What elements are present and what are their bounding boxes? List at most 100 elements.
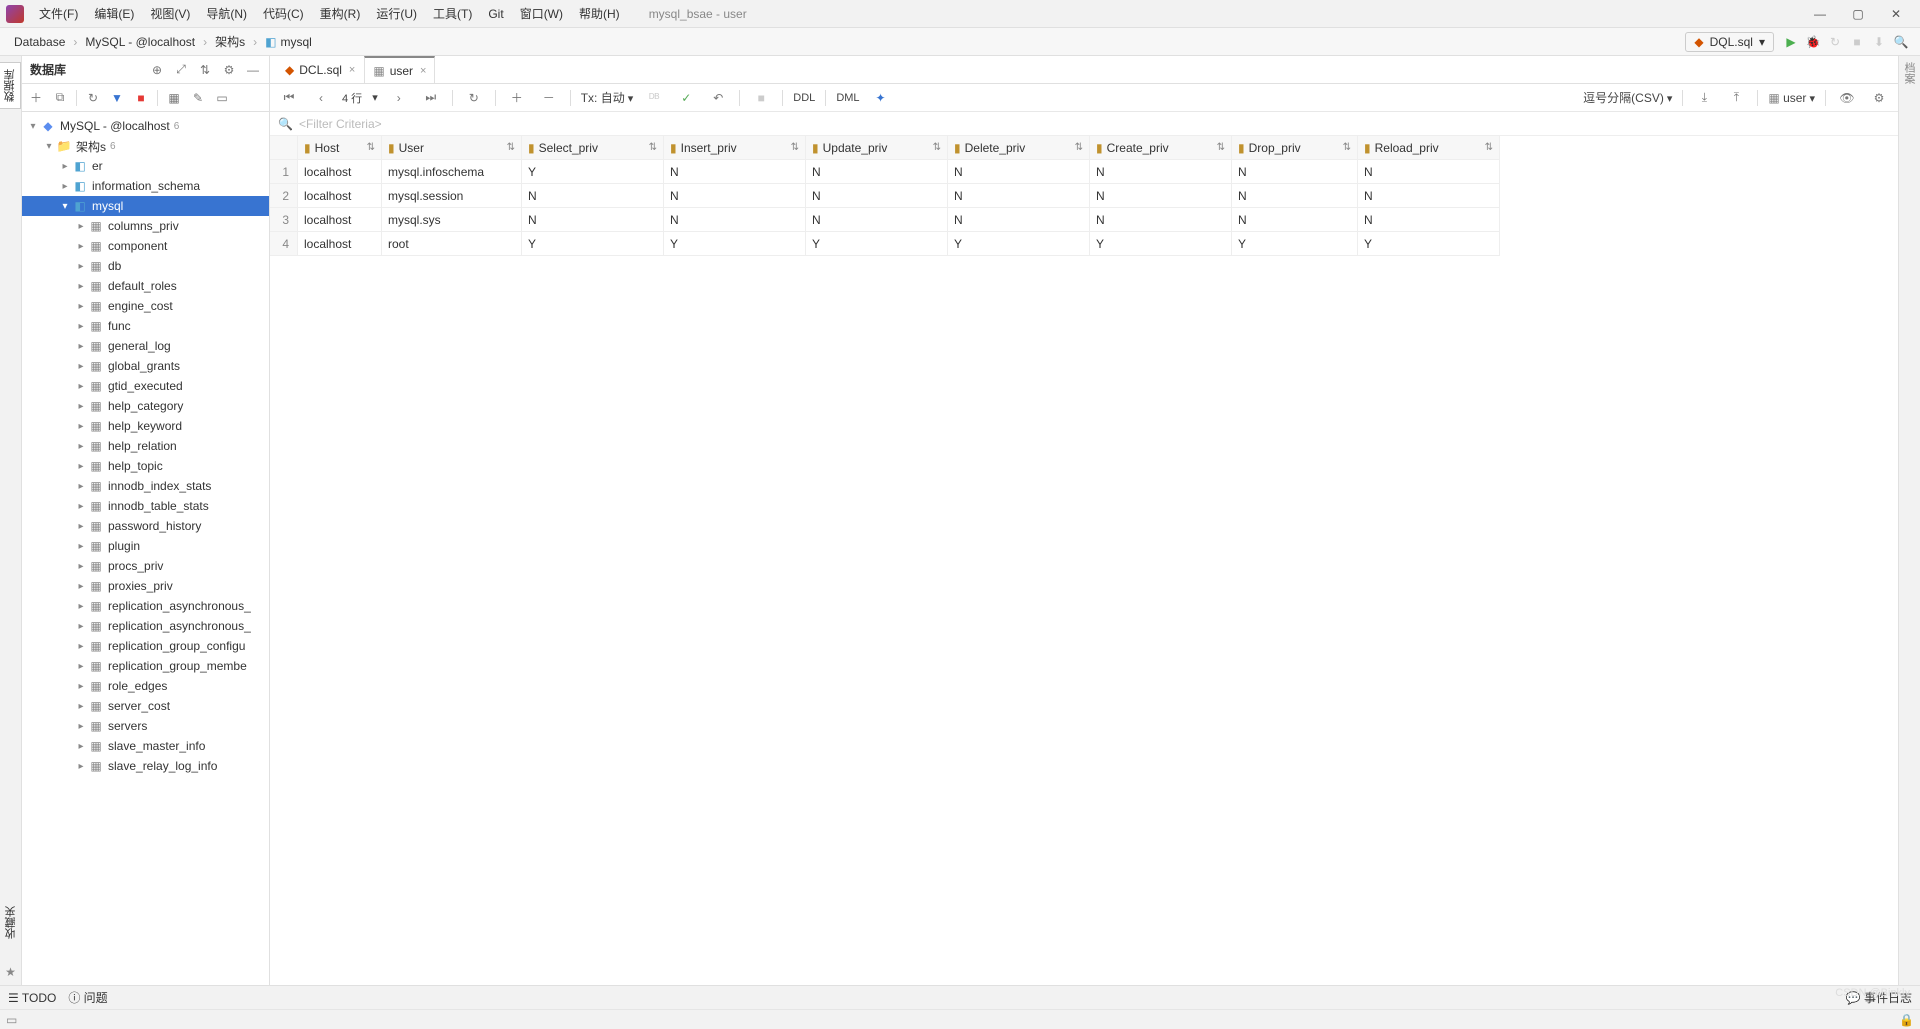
window-maximize-icon[interactable]: ▢ bbox=[1840, 2, 1876, 26]
menu-file[interactable]: 文件(F) bbox=[32, 2, 85, 25]
reload-icon[interactable]: ↻ bbox=[463, 87, 485, 109]
breadcrumb-schemas[interactable]: 架构s bbox=[209, 31, 251, 52]
cell[interactable]: N bbox=[1090, 160, 1232, 184]
tree-node[interactable]: ▸▦help_category bbox=[22, 396, 269, 416]
editor-tab[interactable]: ◆DCL.sql× bbox=[276, 56, 364, 83]
tree-node[interactable]: ▸▦slave_relay_log_info bbox=[22, 756, 269, 776]
tree-node[interactable]: ▸▦server_cost bbox=[22, 696, 269, 716]
tree-node[interactable]: ▸▦slave_master_info bbox=[22, 736, 269, 756]
menu-nav[interactable]: 导航(N) bbox=[199, 2, 254, 25]
favorites-tool-tab[interactable]: 收藏夹 bbox=[1, 900, 21, 945]
remove-row-icon[interactable]: － bbox=[538, 87, 560, 109]
cell[interactable]: N bbox=[1358, 208, 1500, 232]
wand-icon[interactable]: ✦ bbox=[870, 87, 892, 109]
add-icon[interactable]: ＋ bbox=[28, 90, 44, 106]
tree-node[interactable]: ▸▦component bbox=[22, 236, 269, 256]
breadcrumb-connection[interactable]: MySQL - @localhost bbox=[79, 33, 201, 51]
editor-tab[interactable]: ▦user× bbox=[364, 56, 435, 83]
cell[interactable]: N bbox=[1232, 160, 1358, 184]
tree-node[interactable]: ▸▦innodb_index_stats bbox=[22, 476, 269, 496]
expand-icon[interactable]: ⤢ bbox=[173, 62, 189, 78]
cancel-query-icon[interactable]: ■ bbox=[750, 87, 772, 109]
cell[interactable]: Y bbox=[1090, 232, 1232, 256]
tree-node[interactable]: ▸◧er bbox=[22, 156, 269, 176]
tree-node[interactable]: ▸▦password_history bbox=[22, 516, 269, 536]
row-number[interactable]: 2 bbox=[270, 184, 298, 208]
gear-icon[interactable]: ⚙ bbox=[221, 62, 237, 78]
tree-node[interactable]: ▸▦replication_asynchronous_ bbox=[22, 596, 269, 616]
tree-node[interactable]: ▾◆MySQL - @localhost6 bbox=[22, 116, 269, 136]
cell[interactable]: N bbox=[664, 208, 806, 232]
debug-button[interactable]: 🐞 bbox=[1802, 31, 1824, 53]
cell[interactable]: localhost bbox=[298, 208, 382, 232]
run-config-selector[interactable]: ◆ DQL.sql ▾ bbox=[1685, 32, 1774, 52]
tree-node[interactable]: ▸▦proxies_priv bbox=[22, 576, 269, 596]
column-header[interactable]: ▮Create_priv⇅ bbox=[1090, 136, 1232, 160]
console-icon[interactable]: ▭ bbox=[214, 90, 230, 106]
window-minimize-icon[interactable]: — bbox=[1802, 2, 1838, 26]
tree-node[interactable]: ▸▦replication_group_configu bbox=[22, 636, 269, 656]
duplicate-icon[interactable]: ⧉ bbox=[52, 90, 68, 106]
tree-node[interactable]: ▸▦innodb_table_stats bbox=[22, 496, 269, 516]
menu-run[interactable]: 运行(U) bbox=[369, 2, 424, 25]
tree-node[interactable]: ▸▦replication_group_membe bbox=[22, 656, 269, 676]
cell[interactable]: N bbox=[806, 160, 948, 184]
database-tool-tab[interactable]: 数据库 bbox=[0, 62, 21, 109]
cell[interactable]: N bbox=[948, 160, 1090, 184]
target-icon[interactable]: ⊕ bbox=[149, 62, 165, 78]
collapse-icon[interactable]: ⇅ bbox=[197, 62, 213, 78]
cell[interactable]: Y bbox=[1232, 232, 1358, 256]
menu-code[interactable]: 代码(C) bbox=[256, 2, 311, 25]
view-icon[interactable]: 👁 bbox=[1836, 87, 1858, 109]
tree-node[interactable]: ▸▦default_roles bbox=[22, 276, 269, 296]
table-view-icon[interactable]: ▦ bbox=[166, 90, 182, 106]
tree-node[interactable]: ▸▦plugin bbox=[22, 536, 269, 556]
cell[interactable]: mysql.session bbox=[382, 184, 522, 208]
stop-icon[interactable]: ■ bbox=[133, 90, 149, 106]
cell[interactable]: N bbox=[664, 184, 806, 208]
tree-node[interactable]: ▸▦general_log bbox=[22, 336, 269, 356]
column-header[interactable]: ▮Insert_priv⇅ bbox=[664, 136, 806, 160]
files-tool-tab[interactable]: 档案 bbox=[1899, 56, 1919, 90]
hide-icon[interactable]: — bbox=[245, 62, 261, 78]
table-selector[interactable]: ▦ user ▾ bbox=[1768, 91, 1815, 105]
tree-node[interactable]: ▸▦servers bbox=[22, 716, 269, 736]
tree-node[interactable]: ▸◧information_schema bbox=[22, 176, 269, 196]
tree-node[interactable]: ▸▦engine_cost bbox=[22, 296, 269, 316]
tree-node[interactable]: ▸▦global_grants bbox=[22, 356, 269, 376]
cell[interactable]: N bbox=[1358, 184, 1500, 208]
column-header[interactable]: ▮Update_priv⇅ bbox=[806, 136, 948, 160]
cell[interactable]: N bbox=[806, 208, 948, 232]
cell[interactable]: localhost bbox=[298, 232, 382, 256]
cell[interactable]: localhost bbox=[298, 160, 382, 184]
menu-help[interactable]: 帮助(H) bbox=[572, 2, 627, 25]
breadcrumb-current[interactable]: ◧mysql bbox=[259, 33, 318, 51]
dml-button[interactable]: DML bbox=[836, 92, 859, 104]
submit-icon[interactable]: ✓ bbox=[675, 87, 697, 109]
data-grid[interactable]: ▮Host⇅▮User⇅▮Select_priv⇅▮Insert_priv⇅▮U… bbox=[270, 136, 1898, 985]
tree-node[interactable]: ▸▦help_keyword bbox=[22, 416, 269, 436]
column-header[interactable]: ▮User⇅ bbox=[382, 136, 522, 160]
refresh-icon[interactable]: ↻ bbox=[85, 90, 101, 106]
settings-icon[interactable]: ⚙ bbox=[1868, 87, 1890, 109]
import-up-icon[interactable]: ⤒ bbox=[1725, 87, 1747, 109]
cell[interactable]: N bbox=[1232, 184, 1358, 208]
tree-node[interactable]: ▸▦func bbox=[22, 316, 269, 336]
window-close-icon[interactable]: ✕ bbox=[1878, 2, 1914, 26]
close-tab-icon[interactable]: × bbox=[349, 64, 355, 76]
breadcrumb-database[interactable]: Database bbox=[8, 33, 71, 51]
problems-tool-button[interactable]: ⓘ 问题 bbox=[68, 989, 107, 1006]
filter-bar[interactable]: 🔍 <Filter Criteria> bbox=[270, 112, 1898, 136]
tree-node[interactable]: ▸▦columns_priv bbox=[22, 216, 269, 236]
cell[interactable]: N bbox=[1232, 208, 1358, 232]
cell[interactable]: mysql.sys bbox=[382, 208, 522, 232]
menu-git[interactable]: Git bbox=[481, 4, 510, 24]
run-button[interactable]: ▶ bbox=[1780, 31, 1802, 53]
cell[interactable]: N bbox=[1358, 160, 1500, 184]
menu-view[interactable]: 视图(V) bbox=[143, 2, 197, 25]
tree-node[interactable]: ▾◧mysql bbox=[22, 196, 269, 216]
revert-icon[interactable]: ↶ bbox=[707, 87, 729, 109]
cell[interactable]: N bbox=[1090, 208, 1232, 232]
column-header[interactable]: ▮Drop_priv⇅ bbox=[1232, 136, 1358, 160]
cell[interactable]: N bbox=[806, 184, 948, 208]
